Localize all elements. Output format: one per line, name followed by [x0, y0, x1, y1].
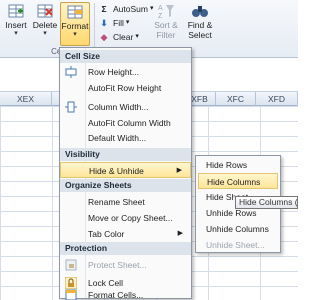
- default-width-label: Default Width...: [88, 133, 147, 143]
- submenu-arrow-icon: ▶: [177, 230, 183, 237]
- menu-item-column-width[interactable]: Column Width...: [60, 99, 191, 115]
- delete-cells-icon: [37, 4, 53, 18]
- menu-item-autofit-row-height[interactable]: AutoFit Row Height: [60, 80, 191, 96]
- chevron-down-icon: ▾: [73, 31, 77, 38]
- column-header-xex[interactable]: XEX: [0, 92, 52, 106]
- chevron-down-icon: ▾: [135, 33, 139, 40]
- row-height-icon: [65, 66, 77, 78]
- fill-button[interactable]: ⬇ Fill ▾: [98, 17, 129, 29]
- format-button[interactable]: Format ▾: [60, 2, 90, 46]
- column-width-label: Column Width...: [88, 102, 149, 112]
- lock-icon: [65, 277, 77, 289]
- tab-color-label: Tab Color: [88, 229, 125, 239]
- column-header-xfd[interactable]: XFD: [256, 92, 298, 106]
- format-cells-small-icon: [65, 289, 77, 300]
- menu-item-move-copy-sheet[interactable]: Move or Copy Sheet...: [60, 210, 191, 226]
- menu-item-tab-color[interactable]: Tab Color ▶: [60, 226, 191, 242]
- submenu-item-unhide-columns[interactable]: Unhide Columns: [198, 221, 278, 237]
- svg-text:Z: Z: [158, 13, 163, 20]
- fill-label: Fill: [113, 18, 124, 28]
- clear-button[interactable]: ◆ Clear ▾: [98, 31, 139, 43]
- submenu-item-unhide-sheet[interactable]: Unhide Sheet...: [198, 237, 278, 253]
- autofit-row-label: AutoFit Row Height: [88, 83, 162, 93]
- delete-button[interactable]: Delete ▾: [31, 2, 59, 52]
- row-height-label: Row Height...: [88, 67, 140, 77]
- section-cell-size: Cell Size: [60, 50, 191, 63]
- submenu-item-hide-columns[interactable]: Hide Columns: [198, 173, 278, 189]
- insert-label: Insert: [5, 20, 27, 30]
- chevron-down-icon: ▾: [125, 19, 130, 26]
- menu-item-autofit-column-width[interactable]: AutoFit Column Width: [60, 115, 191, 131]
- menu-item-format-cells[interactable]: Format Cells...: [60, 289, 191, 300]
- submenu-arrow-icon: ▶: [176, 167, 182, 174]
- find-select-label-2: Select: [188, 30, 212, 40]
- section-visibility: Visibility: [60, 148, 191, 161]
- insert-cells-icon: [8, 4, 24, 18]
- chevron-down-icon: ▾: [14, 30, 18, 37]
- menu-item-row-height[interactable]: Row Height...: [60, 64, 191, 80]
- hide-unhide-label: Hide & Unhide: [89, 166, 144, 176]
- insert-button[interactable]: Insert ▾: [2, 2, 30, 52]
- find-select-label-1: Find &: [187, 20, 213, 30]
- clear-label: Clear: [113, 32, 134, 42]
- column-width-icon: [65, 101, 77, 113]
- autosum-label: AutoSum: [113, 4, 148, 14]
- sort-filter-button[interactable]: A Z Sort & Filter: [150, 2, 182, 52]
- autofit-column-label: AutoFit Column Width: [88, 118, 171, 128]
- format-dropdown-menu: Cell Size Row Height... AutoFit Row Heig…: [59, 47, 192, 300]
- menu-item-protect-sheet[interactable]: Protect Sheet...: [60, 257, 191, 273]
- column-header-xfc[interactable]: XFC: [216, 92, 256, 106]
- group-separator: [94, 3, 95, 53]
- format-cells-label: Format Cells...: [88, 290, 144, 300]
- sort-filter-label-1: Sort &: [154, 20, 178, 30]
- find-select-button[interactable]: Find & Select: [184, 2, 216, 52]
- protect-sheet-label: Protect Sheet...: [88, 260, 147, 270]
- format-cells-icon: [67, 5, 83, 19]
- chevron-down-icon: ▾: [43, 30, 47, 37]
- format-label: Format: [61, 21, 89, 31]
- tooltip: Hide Columns (Ctrl+0): [235, 196, 298, 209]
- binoculars-icon: [192, 6, 208, 17]
- menu-item-default-width[interactable]: Default Width...: [60, 130, 191, 146]
- sigma-icon: Σ: [101, 4, 107, 14]
- section-organize-sheets: Organize Sheets: [60, 179, 191, 192]
- menu-item-hide-unhide[interactable]: Hide & Unhide ▶: [60, 162, 191, 178]
- protect-sheet-icon: [65, 259, 77, 271]
- sort-filter-label-2: Filter: [156, 30, 176, 40]
- submenu-item-hide-rows[interactable]: Hide Rows: [198, 157, 278, 173]
- delete-label: Delete: [32, 20, 58, 30]
- fill-down-icon: ⬇: [100, 18, 108, 28]
- autosum-button[interactable]: Σ AutoSum ▾: [98, 3, 153, 15]
- rename-sheet-label: Rename Sheet: [88, 197, 145, 207]
- eraser-icon: ◆: [100, 32, 108, 42]
- section-protection: Protection: [60, 242, 191, 255]
- svg-text:A: A: [158, 5, 163, 12]
- sort-filter-icon: A Z: [158, 5, 174, 20]
- move-copy-label: Move or Copy Sheet...: [88, 213, 173, 223]
- menu-item-rename-sheet[interactable]: Rename Sheet: [60, 194, 191, 210]
